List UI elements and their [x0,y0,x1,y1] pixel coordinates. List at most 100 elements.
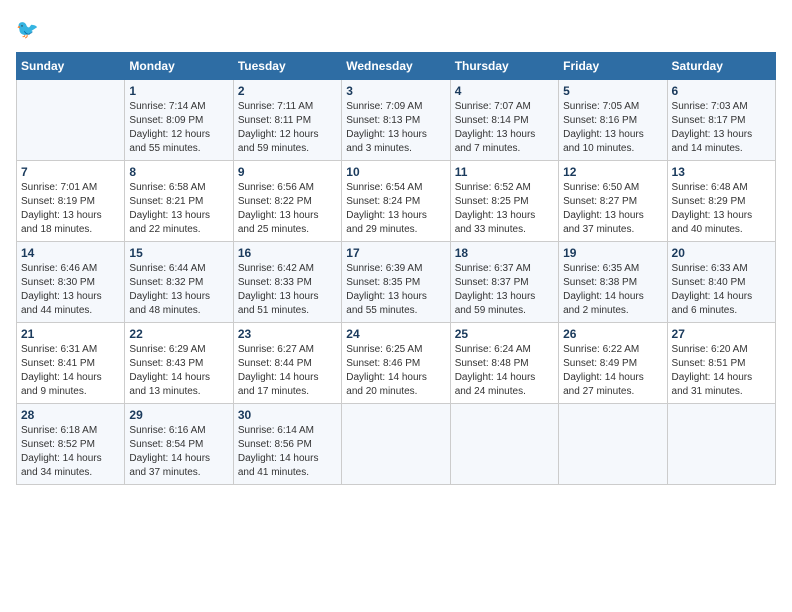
calendar-cell: 2 Sunrise: 7:11 AM Sunset: 8:11 PM Daylig… [233,80,341,161]
calendar-week-row: 28Sunrise: 6:18 AM Sunset: 8:52 PM Dayli… [17,404,776,485]
day-number: 20 [672,246,771,260]
day-info: Sunrise: 6:20 AM Sunset: 8:51 PM Dayligh… [672,343,771,399]
day-number: 8 [129,165,228,179]
day-info: Sunrise: 6:33 AM Sunset: 8:40 PM Dayligh… [672,262,771,318]
day-number: 14 [21,246,120,260]
calendar-cell: 18 Sunrise: 6:37 AM Sunset: 8:37 PM Dayli… [450,242,558,323]
weekday-header: Thursday [450,53,558,80]
day-info: Sunrise: 6:52 AM Sunset: 8:25 PM Dayligh… [455,181,554,237]
calendar-cell [17,80,125,161]
calendar-cell: 28Sunrise: 6:18 AM Sunset: 8:52 PM Dayli… [17,404,125,485]
day-number: 18 [455,246,554,260]
day-info: Sunrise: 6:58 AM Sunset: 8:21 PM Dayligh… [129,181,228,237]
day-info: Sunrise: 6:42 AM Sunset: 8:33 PM Dayligh… [238,262,337,318]
calendar-cell: 13Sunrise: 6:48 AM Sunset: 8:29 PM Dayli… [667,161,775,242]
day-number: 5 [563,84,662,98]
day-number: 7 [21,165,120,179]
day-number: 22 [129,327,228,341]
day-info: Sunrise: 6:16 AM Sunset: 8:54 PM Dayligh… [129,424,228,480]
day-number: 26 [563,327,662,341]
calendar-cell: 26 Sunrise: 6:22 AM Sunset: 8:49 PM Dayli… [559,323,667,404]
calendar-week-row: 1 Sunrise: 7:14 AM Sunset: 8:09 PM Daylig… [17,80,776,161]
day-number: 12 [563,165,662,179]
weekday-header: Sunday [17,53,125,80]
header: 🐦 [16,16,776,44]
day-info: Sunrise: 6:27 AM Sunset: 8:44 PM Dayligh… [238,343,337,399]
day-info: Sunrise: 7:11 AM Sunset: 8:11 PM Dayligh… [238,100,337,156]
day-info: Sunrise: 6:48 AM Sunset: 8:29 PM Dayligh… [672,181,771,237]
day-number: 17 [346,246,445,260]
day-info: Sunrise: 6:31 AM Sunset: 8:41 PM Dayligh… [21,343,120,399]
day-info: Sunrise: 7:07 AM Sunset: 8:14 PM Dayligh… [455,100,554,156]
day-info: Sunrise: 6:50 AM Sunset: 8:27 PM Dayligh… [563,181,662,237]
calendar-cell: 1 Sunrise: 7:14 AM Sunset: 8:09 PM Daylig… [125,80,233,161]
day-number: 9 [238,165,337,179]
calendar-cell: 17 Sunrise: 6:39 AM Sunset: 8:35 PM Dayli… [342,242,450,323]
calendar-cell: 24Sunrise: 6:25 AM Sunset: 8:46 PM Dayli… [342,323,450,404]
day-number: 6 [672,84,771,98]
calendar-cell: 25 Sunrise: 6:24 AM Sunset: 8:48 PM Dayli… [450,323,558,404]
day-info: Sunrise: 7:09 AM Sunset: 8:13 PM Dayligh… [346,100,445,156]
day-number: 4 [455,84,554,98]
calendar-cell: 14Sunrise: 6:46 AM Sunset: 8:30 PM Dayli… [17,242,125,323]
day-info: Sunrise: 7:05 AM Sunset: 8:16 PM Dayligh… [563,100,662,156]
svg-text:🐦: 🐦 [16,20,39,40]
day-number: 28 [21,408,120,422]
calendar-cell: 12 Sunrise: 6:50 AM Sunset: 8:27 PM Dayli… [559,161,667,242]
day-info: Sunrise: 6:25 AM Sunset: 8:46 PM Dayligh… [346,343,445,399]
day-number: 25 [455,327,554,341]
calendar-cell [559,404,667,485]
calendar-cell: 3 Sunrise: 7:09 AM Sunset: 8:13 PM Daylig… [342,80,450,161]
day-info: Sunrise: 6:54 AM Sunset: 8:24 PM Dayligh… [346,181,445,237]
weekday-header: Saturday [667,53,775,80]
day-number: 30 [238,408,337,422]
day-number: 19 [563,246,662,260]
calendar-cell: 11 Sunrise: 6:52 AM Sunset: 8:25 PM Dayli… [450,161,558,242]
day-info: Sunrise: 6:56 AM Sunset: 8:22 PM Dayligh… [238,181,337,237]
calendar-cell: 6 Sunrise: 7:03 AM Sunset: 8:17 PM Daylig… [667,80,775,161]
day-info: Sunrise: 7:03 AM Sunset: 8:17 PM Dayligh… [672,100,771,156]
day-number: 27 [672,327,771,341]
weekday-header-row: SundayMondayTuesdayWednesdayThursdayFrid… [17,53,776,80]
weekday-header: Wednesday [342,53,450,80]
calendar-week-row: 21Sunrise: 6:31 AM Sunset: 8:41 PM Dayli… [17,323,776,404]
calendar-cell: 8 Sunrise: 6:58 AM Sunset: 8:21 PM Daylig… [125,161,233,242]
weekday-header: Monday [125,53,233,80]
logo: 🐦 [16,16,48,44]
calendar-cell: 5 Sunrise: 7:05 AM Sunset: 8:16 PM Daylig… [559,80,667,161]
day-info: Sunrise: 6:39 AM Sunset: 8:35 PM Dayligh… [346,262,445,318]
day-info: Sunrise: 6:22 AM Sunset: 8:49 PM Dayligh… [563,343,662,399]
calendar-cell: 30Sunrise: 6:14 AM Sunset: 8:56 PM Dayli… [233,404,341,485]
logo-icon: 🐦 [16,16,44,44]
weekday-header: Tuesday [233,53,341,80]
day-number: 2 [238,84,337,98]
day-number: 1 [129,84,228,98]
day-number: 3 [346,84,445,98]
calendar-cell [450,404,558,485]
day-info: Sunrise: 6:24 AM Sunset: 8:48 PM Dayligh… [455,343,554,399]
day-number: 29 [129,408,228,422]
calendar-cell [667,404,775,485]
calendar-cell: 10Sunrise: 6:54 AM Sunset: 8:24 PM Dayli… [342,161,450,242]
calendar-week-row: 14Sunrise: 6:46 AM Sunset: 8:30 PM Dayli… [17,242,776,323]
day-number: 15 [129,246,228,260]
day-number: 23 [238,327,337,341]
day-number: 11 [455,165,554,179]
day-info: Sunrise: 6:37 AM Sunset: 8:37 PM Dayligh… [455,262,554,318]
day-number: 16 [238,246,337,260]
calendar-week-row: 7 Sunrise: 7:01 AM Sunset: 8:19 PM Daylig… [17,161,776,242]
calendar-table: SundayMondayTuesdayWednesdayThursdayFrid… [16,52,776,485]
calendar-cell: 9 Sunrise: 6:56 AM Sunset: 8:22 PM Daylig… [233,161,341,242]
calendar-cell: 22Sunrise: 6:29 AM Sunset: 8:43 PM Dayli… [125,323,233,404]
day-info: Sunrise: 6:35 AM Sunset: 8:38 PM Dayligh… [563,262,662,318]
calendar-cell: 16 Sunrise: 6:42 AM Sunset: 8:33 PM Dayli… [233,242,341,323]
calendar-cell [342,404,450,485]
calendar-cell: 29 Sunrise: 6:16 AM Sunset: 8:54 PM Dayli… [125,404,233,485]
day-info: Sunrise: 7:14 AM Sunset: 8:09 PM Dayligh… [129,100,228,156]
day-info: Sunrise: 7:01 AM Sunset: 8:19 PM Dayligh… [21,181,120,237]
calendar-cell: 7 Sunrise: 7:01 AM Sunset: 8:19 PM Daylig… [17,161,125,242]
calendar-cell: 20 Sunrise: 6:33 AM Sunset: 8:40 PM Dayli… [667,242,775,323]
calendar-body: 1 Sunrise: 7:14 AM Sunset: 8:09 PM Daylig… [17,80,776,485]
calendar-cell: 23 Sunrise: 6:27 AM Sunset: 8:44 PM Dayli… [233,323,341,404]
calendar-cell: 4 Sunrise: 7:07 AM Sunset: 8:14 PM Daylig… [450,80,558,161]
